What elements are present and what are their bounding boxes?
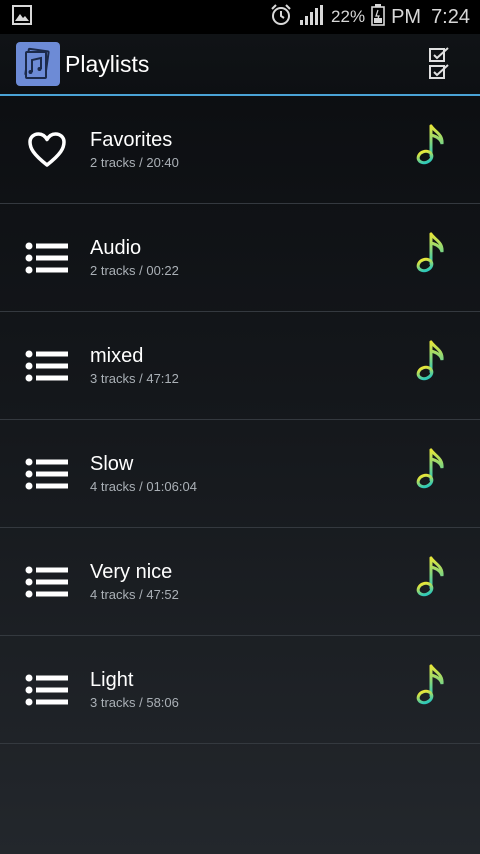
battery-percent: 22% [331,7,366,26]
playlist-title: Slow [90,452,134,475]
music-note-icon [416,338,448,384]
music-note-icon [416,122,448,168]
playlist-title: Favorites [90,128,173,151]
playlist-title: Audio [90,236,142,259]
list-icon [24,238,70,278]
list-icon [24,562,70,602]
music-note-icon [416,554,448,600]
status-left [12,4,32,30]
music-pages-icon[interactable] [16,42,60,86]
playlist-row-very-nice[interactable]: Very nice 4 tracks / 47:52 [0,528,480,636]
clock-time: 7:24 [431,5,470,28]
row-text: Slow 4 tracks / 01:06:04 [90,452,197,496]
alarm-icon [269,3,293,32]
playlist-subtitle: 4 tracks / 01:06:04 [90,478,197,494]
status-right: 22% PM 7:24 [269,3,470,32]
list-icon [24,454,70,494]
row-text: Audio 2 tracks / 00:22 [90,236,179,280]
list-icon [24,670,70,710]
playlist-title: Very nice [90,560,173,583]
select-all-checklist-icon[interactable] [426,46,454,82]
row-text: Light 3 tracks / 58:06 [90,668,179,712]
playlist-row-mixed[interactable]: mixed 3 tracks / 47:12 [0,312,480,420]
music-note-icon [416,662,448,708]
screen: 22% PM 7:24 Playlists Favorites 2 tracks… [0,0,480,854]
status-bar: 22% PM 7:24 [0,0,480,34]
list-icon [24,346,70,386]
clock-ampm: PM [391,5,422,28]
gallery-icon [12,4,32,30]
playlist-title: mixed [90,344,144,367]
music-note-icon [416,446,448,492]
playlist-subtitle: 3 tracks / 58:06 [90,694,179,710]
music-note-icon [416,230,448,276]
row-text: mixed 3 tracks / 47:12 [90,344,179,388]
playlist-row-slow[interactable]: Slow 4 tracks / 01:06:04 [0,420,480,528]
heart-icon [24,130,70,170]
playlist-row-light[interactable]: Light 3 tracks / 58:06 [0,636,480,744]
battery-icon [371,3,385,31]
row-text: Favorites 2 tracks / 20:40 [90,128,179,172]
action-bar: Playlists [0,34,480,96]
playlist-row-favorites[interactable]: Favorites 2 tracks / 20:40 [0,96,480,204]
playlist-row-audio[interactable]: Audio 2 tracks / 00:22 [0,204,480,312]
playlist-title: Light [90,668,134,691]
playlist-list: Favorites 2 tracks / 20:40 Audio 2 track… [0,96,480,744]
page-title: Playlists [65,50,150,77]
playlist-subtitle: 4 tracks / 47:52 [90,586,179,602]
row-text: Very nice 4 tracks / 47:52 [90,560,179,604]
playlist-subtitle: 2 tracks / 20:40 [90,154,179,170]
signal-icon [299,4,325,31]
playlist-subtitle: 2 tracks / 00:22 [90,262,179,278]
playlist-subtitle: 3 tracks / 47:12 [90,370,179,386]
